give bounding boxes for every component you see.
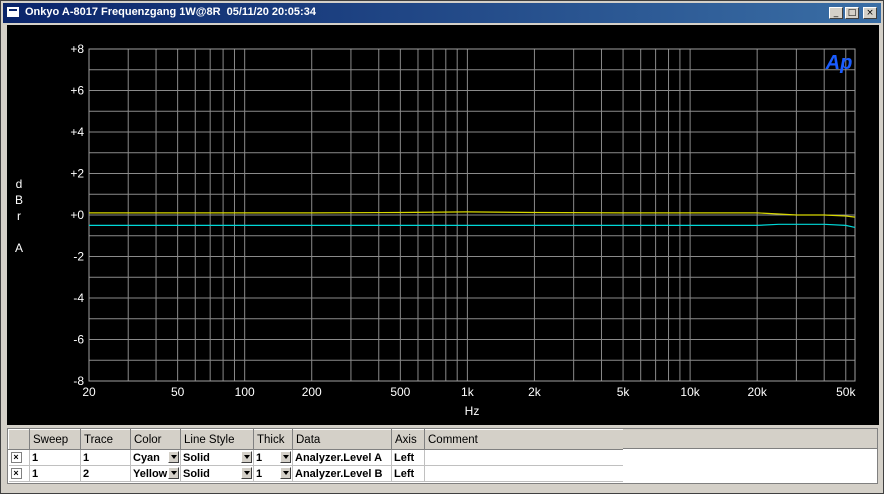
thick-value: 1 — [256, 467, 263, 480]
trace-table-container: Sweep Trace Color Line Style Thick Data … — [7, 428, 625, 484]
enable-checkbox[interactable]: × — [10, 468, 22, 480]
frequency-response-chart: +8+6+4+2+0-2-4-6-820 50 100 200 500 1k 2k 5k 10k… — [15, 42, 856, 418]
trace-cell[interactable]: 2 — [80, 465, 131, 482]
color-select[interactable]: Yellow — [130, 465, 181, 482]
data-cell[interactable]: Analyzer.Level B — [292, 465, 392, 482]
x-tick-label: 50k — [836, 385, 856, 399]
x-tick-label: 200 — [302, 385, 322, 399]
trace-table: Sweep Trace Color Line Style Thick Data … — [8, 429, 624, 482]
comment-cell[interactable] — [424, 449, 624, 466]
col-header-data[interactable]: Data — [292, 429, 392, 450]
x-tick-label: 500 — [390, 385, 410, 399]
thick-select[interactable]: 1 — [253, 449, 293, 466]
minimize-button[interactable]: _ — [829, 7, 843, 19]
table-empty-area — [623, 428, 878, 484]
x-tick-label: 1k — [461, 385, 475, 399]
data-cell[interactable]: Analyzer.Level A — [292, 449, 392, 466]
y-tick-label: +2 — [70, 167, 84, 181]
dropdown-arrow-icon[interactable] — [280, 451, 291, 463]
dropdown-arrow-icon[interactable] — [241, 467, 252, 479]
col-header-thick[interactable]: Thick — [253, 429, 293, 450]
close-button[interactable]: × — [863, 7, 877, 19]
x-axis-label: Hz — [465, 404, 480, 418]
plot-area[interactable]: +8 +6 +4 +2 +0 -2 -4 -6 -8 20 50 100 200 500 1k 2k 5k 10k… — [7, 25, 879, 425]
table-row[interactable]: × 1 1 Cyan Solid 1 Analyzer.Level A Left — [8, 449, 624, 466]
color-value: Yellow — [133, 467, 168, 480]
y-axis-label-char: B — [15, 193, 23, 207]
y-tick-label: +4 — [70, 125, 84, 139]
x-tick-label: 10k — [680, 385, 700, 399]
dropdown-arrow-icon[interactable] — [168, 451, 179, 463]
y-axis-label-char: r — [17, 209, 21, 223]
row-checkbox-cell[interactable]: × — [8, 465, 30, 482]
y-tick-label: +6 — [70, 84, 84, 98]
trace-cell[interactable]: 1 — [80, 449, 131, 466]
line-style-select[interactable]: Solid — [180, 449, 254, 466]
x-tick-label: 2k — [528, 385, 542, 399]
color-select[interactable]: Cyan — [130, 449, 181, 466]
comment-cell[interactable] — [424, 465, 624, 482]
y-axis-label-char: A — [15, 241, 23, 255]
window-title: Onkyo A-8017 Frequenzgang 1W@8R 05/11/20… — [25, 6, 316, 18]
y-tick-label: -2 — [73, 250, 84, 264]
sweep-cell[interactable]: 1 — [29, 449, 81, 466]
row-checkbox-cell[interactable]: × — [8, 449, 30, 466]
x-tick-label: 5k — [617, 385, 631, 399]
enable-checkbox[interactable]: × — [10, 452, 22, 464]
x-tick-label: 100 — [235, 385, 255, 399]
dropdown-arrow-icon[interactable] — [168, 467, 179, 479]
y-tick-label: -6 — [73, 333, 84, 347]
title-bar[interactable]: Onkyo A-8017 Frequenzgang 1W@8R 05/11/20… — [3, 3, 881, 23]
window-icon — [7, 7, 19, 17]
y-axis-label-char: d — [16, 177, 23, 191]
col-header-line-style[interactable]: Line Style — [180, 429, 254, 450]
y-tick-label: +8 — [70, 42, 84, 56]
axis-cell[interactable]: Left — [391, 449, 425, 466]
sweep-cell[interactable]: 1 — [29, 465, 81, 482]
line-style-select[interactable]: Solid — [180, 465, 254, 482]
table-header-row: Sweep Trace Color Line Style Thick Data … — [8, 429, 624, 450]
thick-select[interactable]: 1 — [253, 465, 293, 482]
axis-cell[interactable]: Left — [391, 465, 425, 482]
col-header-comment[interactable]: Comment — [424, 429, 624, 450]
maximize-button[interactable]: □ — [845, 7, 859, 19]
ap-logo: Ap — [825, 52, 853, 74]
graph-window: Onkyo A-8017 Frequenzgang 1W@8R 05/11/20… — [0, 0, 884, 494]
col-header-color[interactable]: Color — [130, 429, 181, 450]
col-header-axis[interactable]: Axis — [391, 429, 425, 450]
thick-value: 1 — [256, 451, 263, 464]
col-header-trace[interactable]: Trace — [80, 429, 131, 450]
y-tick-label: -4 — [73, 291, 84, 305]
col-header-sweep[interactable]: Sweep — [29, 429, 81, 450]
table-row[interactable]: × 1 2 Yellow Solid 1 Analyzer.Level B Le… — [8, 465, 624, 482]
color-value: Cyan — [133, 451, 160, 464]
dropdown-arrow-icon[interactable] — [241, 451, 252, 463]
y-tick-label: +0 — [70, 208, 84, 222]
header-filler — [623, 429, 877, 449]
line-style-value: Solid — [183, 467, 210, 480]
dropdown-arrow-icon[interactable] — [280, 467, 291, 479]
x-tick-label: 20k — [747, 385, 767, 399]
series-line-1 — [89, 223, 856, 228]
x-tick-label: 20 — [82, 385, 96, 399]
col-header-check[interactable] — [8, 429, 30, 450]
x-tick-label: 50 — [171, 385, 185, 399]
line-style-value: Solid — [183, 451, 210, 464]
